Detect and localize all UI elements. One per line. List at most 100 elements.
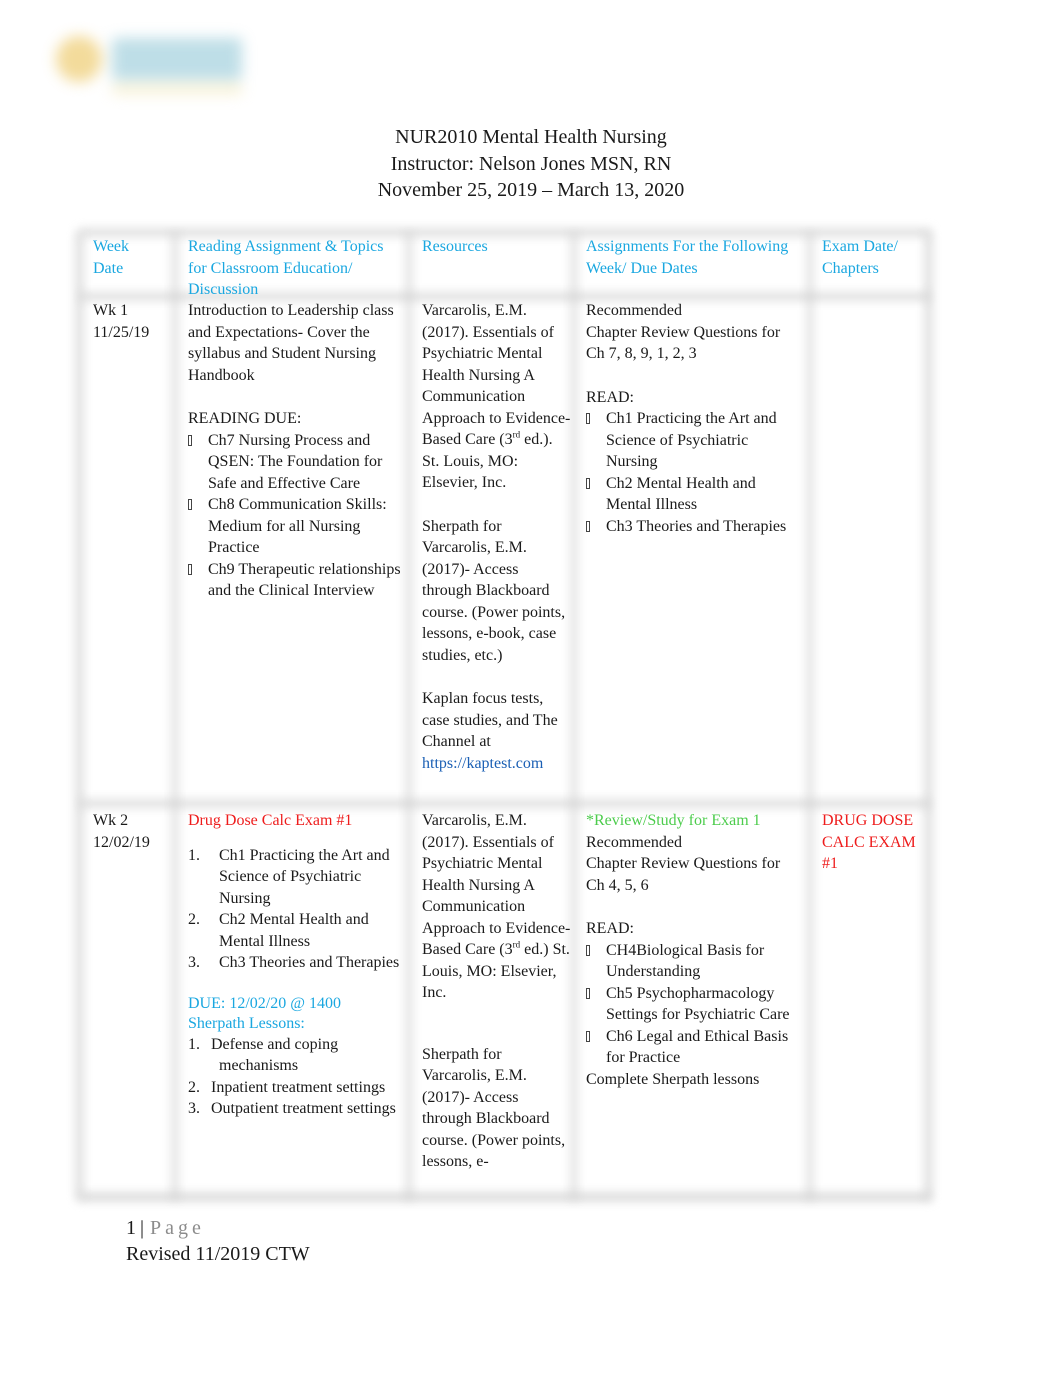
list-item: Ch9 Therapeutic relationships and the Cl…: [188, 559, 406, 602]
wk1-reading-list: Ch7 Nursing Process and QSEN: The Founda…: [188, 430, 406, 602]
list-number: 1.: [188, 846, 200, 864]
bullet-icon: [586, 477, 590, 489]
kaptest-link[interactable]: https://kaptest.com: [422, 753, 572, 775]
institution-logo: [42, 28, 262, 103]
list-item: 3. Ch3 Theories and Therapies: [188, 952, 406, 974]
list-number: 2.: [188, 1078, 200, 1096]
list-item: 1. Defense and coping mechanisms: [188, 1034, 406, 1077]
wk2-sherpath-lessons: 1. Defense and coping mechanisms 2. Inpati…: [188, 1034, 406, 1120]
wk2-read-list: CH4Biological Basis for Understanding Ch…: [586, 940, 806, 1069]
wk2-resources: Varcarolis, E.M. (2017). Essentials of P…: [422, 810, 572, 1173]
wk1-resources: Varcarolis, E.M. (2017). Essentials of P…: [422, 300, 572, 774]
wk1-week-date: Wk 1 11/25/19: [93, 300, 171, 343]
list-item-text: Ch2 Mental Health and Mental Illness: [219, 911, 369, 950]
page-number-line: 1 | Page: [126, 1215, 310, 1241]
column-header-reading: Reading Assignment & Topics for Classroo…: [188, 238, 384, 298]
wk1-textbook-citation: Varcarolis, E.M. (2017). Essentials of P…: [422, 300, 572, 494]
wk1-review-questions: Chapter Review Questions for Ch 7, 8, 9,…: [586, 323, 781, 363]
wk1-date: 11/25/19: [93, 323, 150, 341]
bullet-icon: [188, 499, 192, 510]
list-item: Ch3 Theories and Therapies: [586, 516, 801, 538]
list-item-text: Ch9 Therapeutic relationships and the Cl…: [208, 560, 401, 600]
list-item-text: Ch1 Practicing the Art and Science of Ps…: [606, 410, 777, 470]
col-divider-4: [808, 232, 812, 1200]
page-word: Page: [150, 1217, 205, 1239]
revised-note: Revised 11/2019 CTW: [126, 1243, 310, 1265]
wk2-week-date: Wk 2 12/02/19: [93, 810, 171, 853]
page-separator: |: [140, 1217, 145, 1239]
wk2-assignments: *Review/Study for Exam 1 Recommended Cha…: [586, 810, 806, 1090]
wk1-kaplan-resource: Kaplan focus tests, case studies, and Th…: [422, 690, 558, 750]
column-header-week-date: Week Date: [93, 236, 171, 279]
list-item: Ch6 Legal and Ethical Basis for Practice: [586, 1026, 806, 1069]
column-header-date: Date: [93, 259, 124, 277]
wk2-sherpath-label: Sherpath Lessons:: [188, 1014, 305, 1032]
table-border-left: [77, 232, 82, 1200]
wk2-review-note: *Review/Study for Exam 1: [586, 812, 761, 829]
logo-wordmark: [112, 38, 242, 80]
wk1-reading-intro: Introduction to Leadership class and Exp…: [188, 302, 394, 384]
col-divider-2: [407, 232, 411, 1200]
wk2-date: 12/02/19: [93, 833, 150, 851]
bullet-icon: [586, 413, 590, 424]
list-item: Ch7 Nursing Process and QSEN: The Founda…: [188, 430, 406, 495]
list-item-text: Ch1 Practicing the Art and Science of Ps…: [219, 846, 390, 907]
wk2-complete-sherpath: Complete Sherpath lessons: [586, 1070, 760, 1088]
list-item-text: Ch8 Communication Skills: Medium for all…: [208, 496, 387, 556]
wk1-read-label: READ:: [586, 388, 634, 406]
course-title: NUR2010 Mental Health Nursing: [395, 126, 667, 148]
list-item-text: Ch5 Psychopharmacology Settings for Psyc…: [606, 984, 790, 1024]
logo-sun-icon: [56, 36, 102, 82]
list-item: 3. Outpatient treatment settings: [188, 1098, 406, 1120]
bullet-icon: [586, 1030, 590, 1042]
table-border-right: [926, 232, 931, 1200]
list-item: 2. Ch2 Mental Health and Mental Illness: [188, 909, 406, 952]
list-item-text: Ch3 Theories and Therapies: [219, 954, 400, 971]
column-header-assignments: Assignments For the Following Week/ Due …: [586, 238, 789, 277]
wk2-exam-title: Drug Dose Calc Exam #1: [188, 812, 353, 829]
list-item-text: Defense and coping mechanisms: [211, 1035, 339, 1075]
row-divider-wk1: [80, 801, 930, 806]
column-header-exam-line2: Chapters: [822, 259, 879, 277]
wk1-sherpath-resource: Sherpath for Varcarolis, E.M. (2017)- Ac…: [422, 517, 566, 664]
wk2-chapter-list: 1. Ch1 Practicing the Art and Science of …: [188, 845, 406, 974]
wk2-reading: Drug Dose Calc Exam #1 1. Ch1 Practicing …: [188, 810, 406, 1120]
citation-text: Varcarolis, E.M. (2017). Essentials of P…: [422, 812, 571, 958]
list-item-text: Inpatient treatment settings: [211, 1078, 386, 1096]
col-divider-1: [173, 232, 177, 1200]
wk1-reading: Introduction to Leadership class and Exp…: [188, 300, 406, 602]
bullet-icon: [586, 520, 590, 532]
wk1-week: Wk 1: [93, 302, 129, 319]
list-item: 1. Ch1 Practicing the Art and Science of …: [188, 845, 406, 910]
wk2-recommended: Recommended: [586, 833, 682, 851]
list-item-text: Ch2 Mental Health and Mental Illness: [606, 474, 756, 514]
wk2-sherpath-resource: Sherpath for Varcarolis, E.M. (2017)- Ac…: [422, 1045, 566, 1171]
list-item-text: CH4Biological Basis for Understanding: [606, 941, 765, 981]
list-item: Ch1 Practicing the Art and Science of Ps…: [586, 408, 801, 473]
bullet-icon: [586, 987, 590, 999]
schedule-table: Week Date Reading Assignment & Topics fo…: [77, 230, 931, 1204]
citation-text: Varcarolis, E.M. (2017). Essentials of P…: [422, 302, 571, 448]
bullet-icon: [586, 944, 590, 956]
page-number: 1: [126, 1217, 136, 1239]
wk1-assignments: Recommended Chapter Review Questions for…: [586, 300, 801, 537]
wk1-read-list: Ch1 Practicing the Art and Science of Ps…: [586, 408, 801, 537]
list-number: 3.: [188, 954, 200, 971]
wk2-textbook-citation: Varcarolis, E.M. (2017). Essentials of P…: [422, 810, 572, 1004]
list-item-text: Ch6 Legal and Ethical Basis for Practice: [606, 1027, 789, 1067]
list-item: 2. Inpatient treatment settings: [188, 1077, 406, 1099]
bullet-icon: [188, 563, 192, 575]
list-item: CH4Biological Basis for Understanding: [586, 940, 806, 983]
wk2-week: Wk 2: [93, 812, 129, 829]
instructor-line: Instructor: Nelson Jones MSN, RN: [390, 152, 672, 175]
column-header-exam-line1: Exam Date/: [822, 238, 898, 255]
document-header: NUR2010 Mental Health Nursing Instructor…: [0, 124, 1062, 204]
list-item: Ch8 Communication Skills: Medium for all…: [188, 494, 406, 559]
column-header-week: Week: [93, 238, 130, 255]
column-header-exam: Exam Date/ Chapters: [822, 236, 922, 279]
list-number: 2.: [188, 911, 200, 928]
wk2-review-questions: Chapter Review Questions for Ch 4, 5, 6: [586, 855, 781, 894]
bullet-icon: [188, 434, 192, 446]
wk1-reading-due-label: READING DUE:: [188, 410, 302, 427]
list-item-text: Outpatient treatment settings: [211, 1100, 396, 1117]
